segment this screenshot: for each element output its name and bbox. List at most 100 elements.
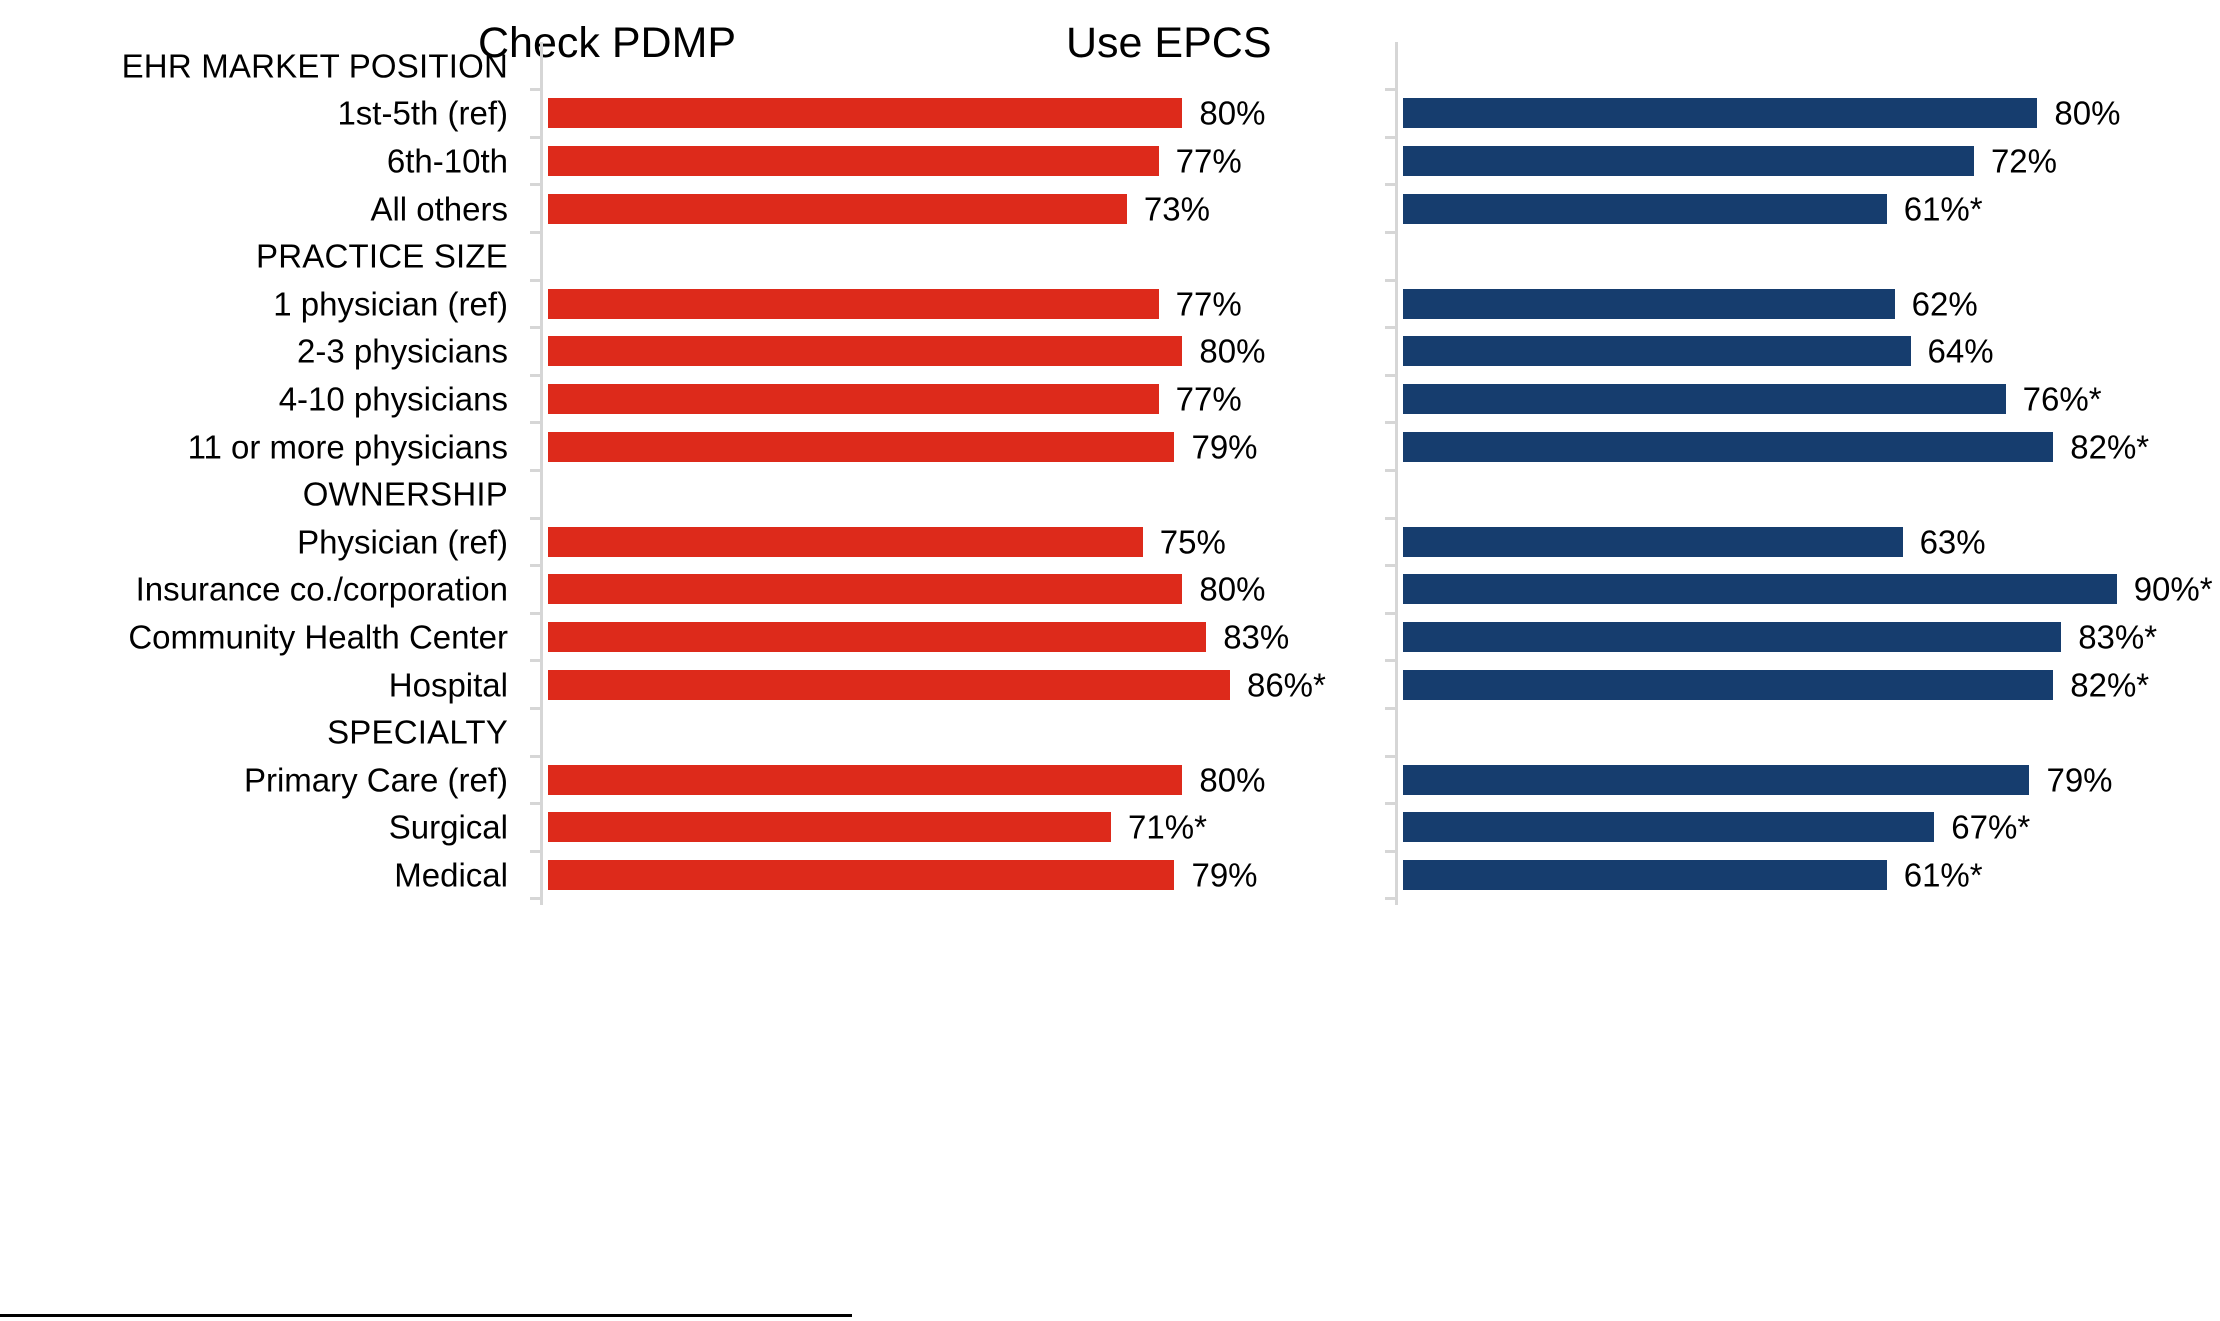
axis-tick xyxy=(1385,564,1396,568)
group-header-label: SPECIALTY xyxy=(327,713,508,751)
axis-tick xyxy=(530,278,541,282)
axis-tick xyxy=(530,706,541,710)
bar-value-check-pdmp: 71%* xyxy=(1128,808,1207,846)
bar-container-check-pdmp: 83% xyxy=(548,620,1289,653)
bar-check-pdmp[interactable] xyxy=(548,336,1183,367)
axis-tick xyxy=(530,802,541,806)
bar-check-pdmp[interactable] xyxy=(548,145,1159,176)
bar-container-use-epcs: 82%* xyxy=(1403,430,2149,463)
axis-tick xyxy=(1385,611,1396,615)
bar-use-epcs[interactable] xyxy=(1403,669,2054,700)
chart-root: Check PDMP Use EPCS EHR MARKET POSITION 1… xyxy=(0,0,2220,1321)
axis-tick xyxy=(530,373,541,377)
axis-tick xyxy=(530,516,541,520)
axis-tick xyxy=(1385,659,1396,663)
axis-tick xyxy=(1385,373,1396,377)
category-label: 6th-10th xyxy=(386,142,508,180)
bar-value-check-pdmp: 73% xyxy=(1143,190,1210,228)
bar-use-epcs[interactable] xyxy=(1403,812,1935,843)
bar-container-use-epcs: 61%* xyxy=(1403,858,1983,891)
chart-row: 4-10 physicians 77% 76%* xyxy=(0,375,2220,423)
bar-use-epcs[interactable] xyxy=(1403,336,1911,367)
axis-tick xyxy=(1385,849,1396,853)
chart-row: Medical 79% 61%* xyxy=(0,851,2220,899)
bar-use-epcs[interactable] xyxy=(1403,621,2062,652)
bar-check-pdmp[interactable] xyxy=(548,621,1207,652)
category-label: Physician (ref) xyxy=(297,523,508,561)
bar-check-pdmp[interactable] xyxy=(548,764,1183,795)
bar-check-pdmp[interactable] xyxy=(548,383,1159,414)
bar-use-epcs[interactable] xyxy=(1403,288,1895,319)
bar-check-pdmp[interactable] xyxy=(548,431,1175,462)
category-label: Insurance co./corporation xyxy=(135,570,508,608)
bar-container-check-pdmp: 77% xyxy=(548,144,1242,177)
bar-container-check-pdmp: 80% xyxy=(548,763,1265,796)
bar-check-pdmp[interactable] xyxy=(548,193,1127,224)
bar-check-pdmp[interactable] xyxy=(548,812,1112,843)
bar-use-epcs[interactable] xyxy=(1403,98,2038,129)
bar-container-check-pdmp: 73% xyxy=(548,192,1210,225)
axis-tick xyxy=(1385,230,1396,234)
bar-value-use-epcs: 61%* xyxy=(1903,190,1983,228)
bar-check-pdmp[interactable] xyxy=(548,669,1230,700)
bar-value-check-pdmp: 77% xyxy=(1175,380,1242,418)
axis-tick xyxy=(530,659,541,663)
category-label: Medical xyxy=(394,856,508,894)
axis-tick xyxy=(530,754,541,758)
bar-value-check-pdmp: 75% xyxy=(1159,523,1226,561)
axis-tick xyxy=(1385,754,1396,758)
bar-value-check-pdmp: 79% xyxy=(1191,428,1258,466)
bar-value-use-epcs: 62% xyxy=(1911,285,1978,323)
axis-tick xyxy=(530,421,541,425)
bar-check-pdmp[interactable] xyxy=(548,526,1143,557)
bar-value-check-pdmp: 80% xyxy=(1199,332,1266,370)
chart-row: Hospital 86%* 82%* xyxy=(0,661,2220,709)
chart-row: 2-3 physicians 80% 64% xyxy=(0,328,2220,376)
group-header-label: OWNERSHIP xyxy=(302,475,508,513)
axis-tick xyxy=(530,230,541,234)
bar-check-pdmp[interactable] xyxy=(548,98,1183,129)
group-header-label: EHR MARKET POSITION xyxy=(121,47,508,85)
chart-row: 6th-10th 77% 72% xyxy=(0,137,2220,185)
chart-row: Physician (ref) 75% 63% xyxy=(0,518,2220,566)
bar-use-epcs[interactable] xyxy=(1403,764,2030,795)
chart-row: 1 physician (ref) 77% 62% xyxy=(0,280,2220,328)
bar-container-use-epcs: 62% xyxy=(1403,287,1978,320)
bar-value-check-pdmp: 80% xyxy=(1199,761,1266,799)
bar-container-use-epcs: 83%* xyxy=(1403,620,2157,653)
bar-check-pdmp[interactable] xyxy=(548,859,1175,890)
bar-container-use-epcs: 76%* xyxy=(1403,382,2102,415)
bar-check-pdmp[interactable] xyxy=(548,288,1159,319)
group-header-row: OWNERSHIP xyxy=(0,470,2220,518)
bar-container-check-pdmp: 79% xyxy=(548,858,1258,891)
bar-use-epcs[interactable] xyxy=(1403,383,2006,414)
bar-use-epcs[interactable] xyxy=(1403,574,2117,605)
group-header-row: SPECIALTY xyxy=(0,708,2220,756)
chart-row: Community Health Center 83% 83%* xyxy=(0,613,2220,661)
bar-use-epcs[interactable] xyxy=(1403,193,1887,224)
bar-value-use-epcs: 61%* xyxy=(1903,856,1983,894)
bar-value-check-pdmp: 77% xyxy=(1175,285,1242,323)
bar-container-use-epcs: 67%* xyxy=(1403,811,2030,844)
bar-value-use-epcs: 79% xyxy=(2046,761,2113,799)
bar-container-use-epcs: 64% xyxy=(1403,335,1994,368)
bar-check-pdmp[interactable] xyxy=(548,574,1183,605)
bar-value-use-epcs: 80% xyxy=(2054,94,2121,132)
axis-tick xyxy=(1385,706,1396,710)
bar-container-use-epcs: 82%* xyxy=(1403,668,2149,701)
bar-container-check-pdmp: 71%* xyxy=(548,811,1207,844)
bar-use-epcs[interactable] xyxy=(1403,431,2054,462)
bar-container-use-epcs: 72% xyxy=(1403,144,2057,177)
footnote-separator-rule xyxy=(0,1314,852,1317)
category-label: Hospital xyxy=(388,666,508,704)
bar-container-check-pdmp: 80% xyxy=(548,573,1265,606)
bar-container-check-pdmp: 80% xyxy=(548,335,1265,368)
bar-container-use-epcs: 80% xyxy=(1403,97,2120,130)
bar-value-use-epcs: 82%* xyxy=(2070,428,2150,466)
bar-use-epcs[interactable] xyxy=(1403,145,1974,176)
chart-row: All others 73% 61%* xyxy=(0,185,2220,233)
axis-tick xyxy=(1385,516,1396,520)
chart-row: Primary Care (ref) 80% 79% xyxy=(0,756,2220,804)
bar-use-epcs[interactable] xyxy=(1403,859,1887,890)
bar-use-epcs[interactable] xyxy=(1403,526,1903,557)
